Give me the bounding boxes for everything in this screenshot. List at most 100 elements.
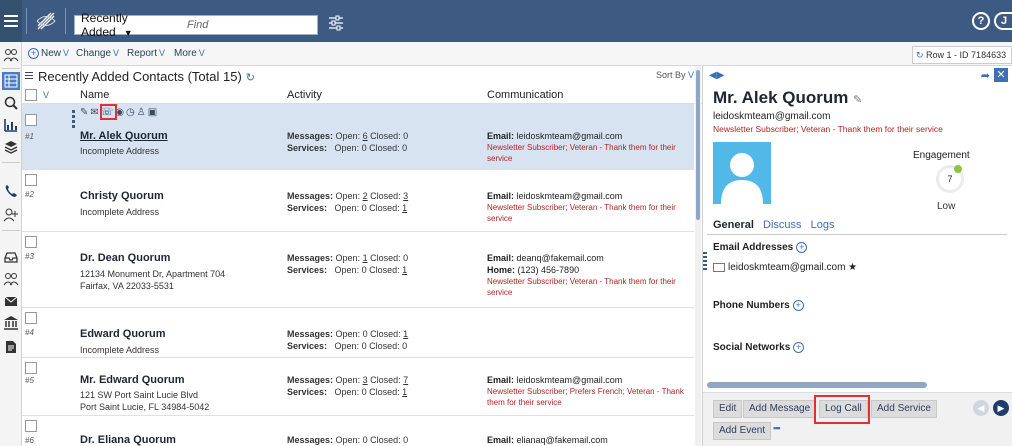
top-bar: Recently Added ▼ Find ? J <box>0 0 1012 42</box>
groups-icon[interactable] <box>2 270 20 288</box>
contact-name[interactable]: Mr. Edward Quorum <box>80 374 185 386</box>
refresh-icon[interactable]: ↻ <box>246 72 255 84</box>
phone-call-icon[interactable] <box>2 182 20 200</box>
report-button[interactable]: Report V <box>127 48 165 59</box>
more-button[interactable]: More V <box>174 48 205 59</box>
edit-button[interactable]: Edit <box>713 400 743 418</box>
email-link[interactable]: elianaq@fakemail.com <box>517 435 608 445</box>
edit-pencil-icon[interactable]: ✎ <box>80 107 90 118</box>
services-closed-link[interactable]: 1 <box>402 203 407 213</box>
add-event-button[interactable]: Add Event <box>713 422 772 440</box>
edit-pencil-icon[interactable]: ✎ <box>853 94 862 106</box>
close-icon[interactable]: ✕ <box>994 68 1008 82</box>
list-title: Recently Added Contacts (Total 15) <box>38 69 242 84</box>
calendar-icon[interactable]: ▣ <box>148 107 159 118</box>
row-number: #5 <box>25 376 34 385</box>
table-row[interactable]: #4 Edward Quorum Incomplete Address Mess… <box>22 308 694 358</box>
email-link[interactable]: leidoskmteam@gmail.com <box>517 131 623 141</box>
row-checkbox[interactable] <box>25 420 37 432</box>
messages-open-link[interactable]: 3 <box>363 375 368 385</box>
filter-sliders-icon[interactable] <box>322 11 350 35</box>
tab-logs[interactable]: Logs <box>811 219 835 231</box>
add-service-button[interactable]: Add Service <box>871 400 937 418</box>
sort-by-button[interactable]: Sort By V <box>656 70 694 80</box>
layers-icon[interactable] <box>2 138 20 156</box>
row-checkbox[interactable] <box>25 114 37 126</box>
row-checkbox[interactable] <box>25 236 37 248</box>
drag-handle[interactable] <box>72 110 75 130</box>
column-activity[interactable]: Activity <box>287 89 322 101</box>
expand-collapse-icon[interactable]: ◀▶ <box>709 70 724 81</box>
primary-email-entry[interactable]: leidoskmteam@gmail.com ★ <box>713 262 857 273</box>
search-icon[interactable] <box>2 94 20 112</box>
next-arrow-icon[interactable]: ▶ <box>993 400 1009 416</box>
table-row[interactable]: #3 Dr. Dean Quorum 12134 Monument Dr, Ap… <box>22 232 694 308</box>
tab-general[interactable]: General <box>713 219 754 231</box>
contacts-group-icon[interactable] <box>2 46 20 64</box>
inbox-icon[interactable] <box>2 248 20 266</box>
list-scrollbar[interactable] <box>695 66 701 446</box>
email-link[interactable]: leidoskmteam@gmail.com <box>517 375 623 385</box>
row-checkbox[interactable] <box>25 174 37 186</box>
document-icon[interactable] <box>2 338 20 356</box>
column-name[interactable]: Name <box>80 89 109 101</box>
contact-name[interactable]: Christy Quorum <box>80 190 164 202</box>
table-row[interactable]: #1 ✎✉☏◉◷♙▣ Mr. Alek Quorum Incomplete Ad… <box>22 104 694 170</box>
services-closed-link[interactable]: 1 <box>402 387 407 397</box>
email-link[interactable]: deanq@fakemail.com <box>517 253 604 263</box>
scrollbar-thumb[interactable] <box>696 70 700 220</box>
home-phone[interactable]: (123) 456-7890 <box>518 265 580 275</box>
row-checkbox[interactable] <box>25 312 37 324</box>
column-communication[interactable]: Communication <box>487 89 563 101</box>
reports-chart-icon[interactable] <box>2 116 20 134</box>
services-closed-link[interactable]: 1 <box>402 265 407 275</box>
app-logo[interactable] <box>26 8 66 34</box>
add-relation-icon[interactable]: ♙ <box>137 107 148 118</box>
share-icon[interactable]: ➦ <box>981 69 990 82</box>
select-menu-chevron-icon[interactable]: V <box>43 90 49 100</box>
messages-closed-link[interactable]: 1 <box>403 329 408 339</box>
contact-name[interactable]: Dr. Dean Quorum <box>80 252 170 264</box>
messages-open-link[interactable]: 1 <box>363 253 368 263</box>
select-all-checkbox[interactable] <box>25 89 37 101</box>
avatar[interactable] <box>713 142 771 204</box>
search-mode-select[interactable]: Recently Added ▼ <box>75 11 187 39</box>
contact-address: Incomplete Address <box>80 146 160 156</box>
contact-name[interactable]: Mr. Alek Quorum <box>80 130 168 142</box>
list-view-icon[interactable] <box>2 72 20 90</box>
table-row[interactable]: #5 Mr. Edward Quorum 121 SW Port Saint L… <box>22 358 694 416</box>
add-person-icon[interactable] <box>2 206 20 224</box>
search-input[interactable]: Find <box>187 19 208 31</box>
table-row[interactable]: #2 Christy Quorum Incomplete Address Mes… <box>22 170 694 232</box>
filter-lines-icon[interactable] <box>25 72 33 81</box>
email-link[interactable]: leidoskmteam@gmail.com <box>517 191 623 201</box>
schedule-clock-icon[interactable]: ◷ <box>126 107 137 118</box>
add-social-icon[interactable]: + <box>793 342 805 353</box>
institution-icon[interactable] <box>2 314 20 332</box>
tab-discuss[interactable]: Discuss <box>763 219 802 231</box>
contact-name[interactable]: Edward Quorum <box>80 328 166 340</box>
new-button[interactable]: + New V <box>28 48 69 59</box>
detail-horizontal-scrollbar[interactable] <box>707 382 927 388</box>
change-button[interactable]: Change V <box>76 48 119 59</box>
messages-open-link[interactable]: 2 <box>363 191 368 201</box>
user-avatar[interactable]: J <box>994 12 1012 30</box>
hamburger-menu-icon[interactable] <box>0 0 22 42</box>
row-checkbox[interactable] <box>25 362 37 374</box>
chevron-down-icon: ▼ <box>123 28 133 38</box>
previous-arrow-icon[interactable]: ◀ <box>973 400 989 416</box>
messages-closed-link[interactable]: 7 <box>403 375 408 385</box>
help-icon[interactable]: ? <box>972 12 990 30</box>
add-message-button[interactable]: Add Message <box>743 400 817 418</box>
table-row[interactable]: #6 Dr. Eliana Quorum Messages: Open: 0 C… <box>22 416 694 446</box>
detail-email[interactable]: leidoskmteam@gmail.com <box>713 111 830 122</box>
more-actions-icon[interactable]: ▪▪▪ <box>773 423 781 433</box>
messages-open-link[interactable]: 6 <box>363 131 368 141</box>
messages-closed-link[interactable]: 3 <box>403 191 408 201</box>
panel-resize-handle[interactable] <box>703 252 707 272</box>
detail-tabs: General Discuss Logs <box>713 219 840 231</box>
mail-icon[interactable] <box>2 292 20 310</box>
contact-name[interactable]: Dr. Eliana Quorum <box>80 434 176 446</box>
add-email-icon[interactable]: + <box>796 242 808 253</box>
add-phone-icon[interactable]: + <box>792 300 804 311</box>
